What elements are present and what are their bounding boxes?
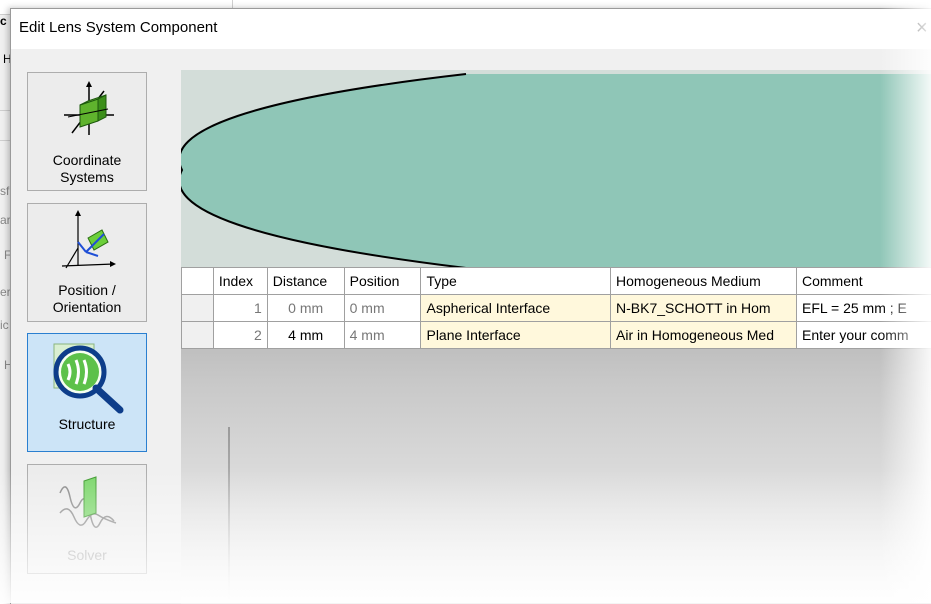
cell-medium[interactable]: N-BK7_SCHOTT in Hom [611, 295, 797, 322]
structure-grid: Index Distance Position Type Homogeneous… [181, 267, 931, 604]
row-header[interactable] [182, 295, 214, 322]
table-row[interactable]: 1 0 mm 0 mm Aspherical Interface N-BK7_S… [182, 295, 931, 322]
background-text: sf [0, 184, 9, 198]
position-orientation-icon [58, 208, 118, 270]
background-text: ic [0, 318, 9, 332]
cell-comment-text: EFL = 25 mm ; E [802, 300, 928, 316]
column-header-distance[interactable]: Distance [267, 268, 344, 295]
nav-label: Systems [28, 169, 146, 186]
table-row[interactable]: 2 4 mm 4 mm Plane Interface Air in Homog… [182, 322, 931, 349]
nav-structure-button[interactable]: Structure [27, 333, 147, 452]
nav-label: Structure [28, 416, 146, 433]
solver-icon [56, 473, 120, 537]
background-text: c [0, 14, 7, 28]
close-icon[interactable]: × [916, 17, 931, 39]
edit-lens-system-dialog: Edit Lens System Component × Coordinate … [10, 8, 931, 604]
cell-comment[interactable]: Enter your comm [796, 322, 931, 349]
header-row: Index Distance Position Type Homogeneous… [182, 268, 931, 295]
cell-position: 4 mm [344, 322, 421, 349]
cell-medium-text: Air in Homogeneous Med [616, 327, 794, 343]
structure-icon [50, 342, 126, 414]
lens-preview [181, 70, 931, 268]
cell-comment[interactable]: EFL = 25 mm ; E [796, 295, 931, 322]
structure-table: Index Distance Position Type Homogeneous… [181, 267, 931, 349]
coordinate-systems-icon [58, 79, 118, 139]
nav-label: Coordinate [28, 152, 146, 169]
nav-solver-button[interactable]: Solver [27, 464, 147, 574]
nav-coordinate-systems-button[interactable]: Coordinate Systems [27, 72, 147, 191]
cell-distance[interactable]: 4 mm [267, 322, 344, 349]
dialog-client-area: Coordinate Systems Position / Orientatio… [11, 49, 931, 604]
grid-divider [228, 427, 230, 604]
dialog-title: Edit Lens System Component [19, 19, 217, 36]
column-header-homogeneous-medium[interactable]: Homogeneous Medium [611, 268, 797, 295]
cell-medium[interactable]: Air in Homogeneous Med [611, 322, 797, 349]
cell-index: 2 [213, 322, 267, 349]
nav-label: Solver [28, 547, 146, 564]
cell-distance[interactable]: 0 mm [267, 295, 344, 322]
column-header-type[interactable]: Type [421, 268, 611, 295]
column-header-position[interactable]: Position [344, 268, 421, 295]
nav-position-orientation-button[interactable]: Position / Orientation [27, 203, 147, 322]
cell-position: 0 mm [344, 295, 421, 322]
cell-medium-text: N-BK7_SCHOTT in Hom [616, 300, 794, 316]
column-header-comment[interactable]: Comment [796, 268, 931, 295]
row-header-corner [182, 268, 214, 295]
cell-type[interactable]: Aspherical Interface [421, 295, 611, 322]
title-bar: Edit Lens System Component × [11, 9, 931, 49]
column-header-index[interactable]: Index [213, 268, 267, 295]
cell-comment-text: Enter your comm [802, 327, 928, 343]
nav-label: Position / [28, 282, 146, 299]
cell-index: 1 [213, 295, 267, 322]
row-header[interactable] [182, 322, 214, 349]
cell-type[interactable]: Plane Interface [421, 322, 611, 349]
nav-label: Orientation [28, 299, 146, 316]
lens-profile-drawing [181, 70, 931, 268]
